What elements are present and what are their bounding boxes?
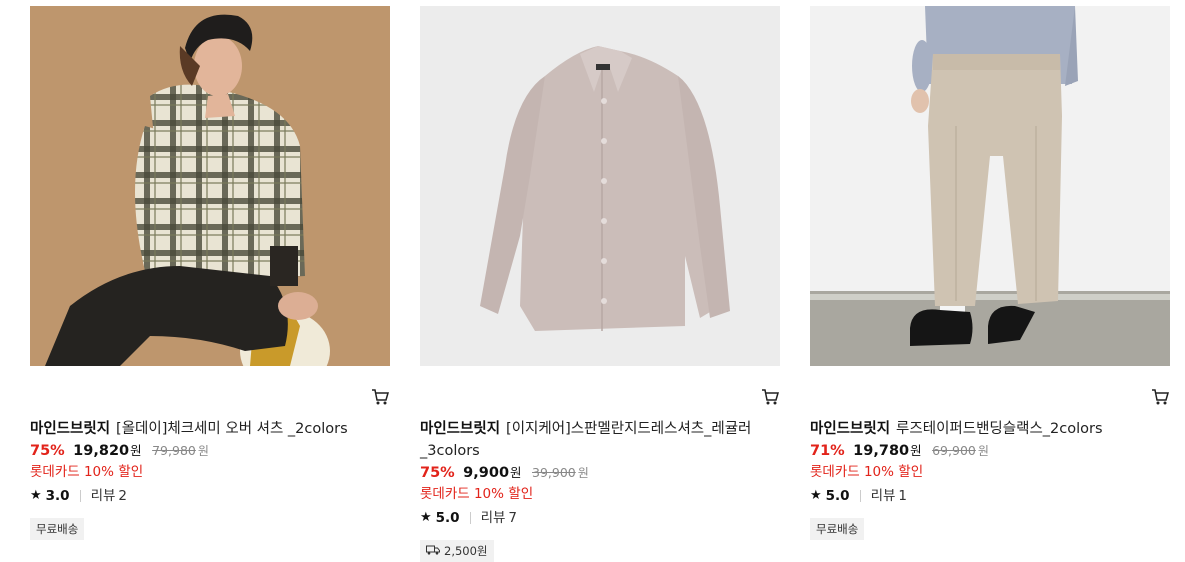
dress-shirt-image <box>420 6 780 366</box>
price-row: 75% 9,900원 39,900 원 <box>420 462 780 484</box>
cart-icon[interactable] <box>370 387 390 407</box>
discount-rate: 71% <box>810 443 845 459</box>
product-card[interactable]: 마인드브릿지 [올데이]체크세미 오버 셔츠 _2colors 75% 19,82… <box>30 6 390 540</box>
star-icon: ★ <box>420 510 432 525</box>
product-image[interactable] <box>30 6 390 366</box>
original-price: 39,900 <box>532 465 576 480</box>
review-label: 리뷰 <box>480 510 506 526</box>
cart-icon[interactable] <box>760 387 780 407</box>
discount-rate: 75% <box>420 465 455 481</box>
price-unit: 원 <box>510 465 522 480</box>
original-price-unit: 원 <box>977 444 989 458</box>
brand-name[interactable]: 마인드브릿지 <box>810 421 890 437</box>
product-title[interactable]: 마인드브릿지 루즈테이퍼드밴딩슬랙스_2colors <box>810 418 1170 440</box>
review-count: 1 <box>898 488 908 504</box>
original-price: 79,980 <box>152 443 196 458</box>
discount-rate: 75% <box>30 443 65 459</box>
product-image[interactable] <box>420 6 780 366</box>
original-price: 69,900 <box>932 443 976 458</box>
product-info: 마인드브릿지 [이지케어]스판멜란지드레스셔츠_레귤러_3colors 75% 9… <box>420 418 780 562</box>
brand-name[interactable]: 마인드브릿지 <box>420 421 500 437</box>
sale-price: 19,820 <box>73 443 130 459</box>
cart-icon[interactable] <box>1150 387 1170 407</box>
rating-row: ★ 5.0 리뷰 7 <box>420 508 780 528</box>
price-row: 75% 19,820원 79,980 원 <box>30 440 390 462</box>
rating-row: ★ 3.0 리뷰 2 <box>30 486 390 506</box>
shipping-fee: 2,500원 <box>444 544 488 558</box>
divider <box>469 512 471 524</box>
sale-price: 19,780 <box>853 443 910 459</box>
star-icon: ★ <box>30 488 42 503</box>
product-name[interactable]: [올데이]체크세미 오버 셔츠 _2colors <box>116 421 348 437</box>
divider <box>859 490 861 502</box>
card-promo: 롯데카드 10% 할인 <box>420 486 534 502</box>
product-image[interactable] <box>810 6 1170 366</box>
divider <box>79 490 81 502</box>
review-label: 리뷰 <box>90 488 116 504</box>
sale-price: 9,900 <box>463 465 510 481</box>
model-plaid-shirt-image <box>30 6 390 366</box>
product-card[interactable]: 마인드브릿지 [이지케어]스판멜란지드레스셔츠_레귤러_3colors 75% 9… <box>420 6 780 562</box>
rating-row: ★ 5.0 리뷰 1 <box>810 486 1170 506</box>
review-label: 리뷰 <box>870 488 896 504</box>
product-card[interactable]: 마인드브릿지 루즈테이퍼드밴딩슬랙스_2colors 71% 19,780원 69… <box>810 6 1170 540</box>
star-icon: ★ <box>810 488 822 503</box>
product-name[interactable]: 루즈테이퍼드밴딩슬랙스_2colors <box>896 421 1102 437</box>
free-shipping-badge: 무료배송 <box>810 518 865 540</box>
card-promo: 롯데카드 10% 할인 <box>810 464 924 480</box>
original-price-unit: 원 <box>577 466 589 480</box>
rating-score: 5.0 <box>435 510 460 526</box>
review-count: 2 <box>118 488 128 504</box>
free-shipping-badge: 무료배송 <box>30 518 85 540</box>
rating-score: 3.0 <box>45 488 70 504</box>
rating-score: 5.0 <box>825 488 850 504</box>
product-title[interactable]: 마인드브릿지 [올데이]체크세미 오버 셔츠 _2colors <box>30 418 390 440</box>
price-unit: 원 <box>130 443 142 458</box>
product-info: 마인드브릿지 [올데이]체크세미 오버 셔츠 _2colors 75% 19,82… <box>30 418 390 540</box>
brand-name[interactable]: 마인드브릿지 <box>30 421 110 437</box>
review-count: 7 <box>508 510 518 526</box>
truck-icon <box>426 543 440 559</box>
price-unit: 원 <box>910 443 922 458</box>
model-slacks-image <box>810 6 1170 366</box>
original-price-unit: 원 <box>197 444 209 458</box>
product-title[interactable]: 마인드브릿지 [이지케어]스판멜란지드레스셔츠_레귤러_3colors <box>420 418 780 462</box>
card-promo: 롯데카드 10% 할인 <box>30 464 144 480</box>
price-row: 71% 19,780원 69,900 원 <box>810 440 1170 462</box>
product-info: 마인드브릿지 루즈테이퍼드밴딩슬랙스_2colors 71% 19,780원 69… <box>810 418 1170 540</box>
